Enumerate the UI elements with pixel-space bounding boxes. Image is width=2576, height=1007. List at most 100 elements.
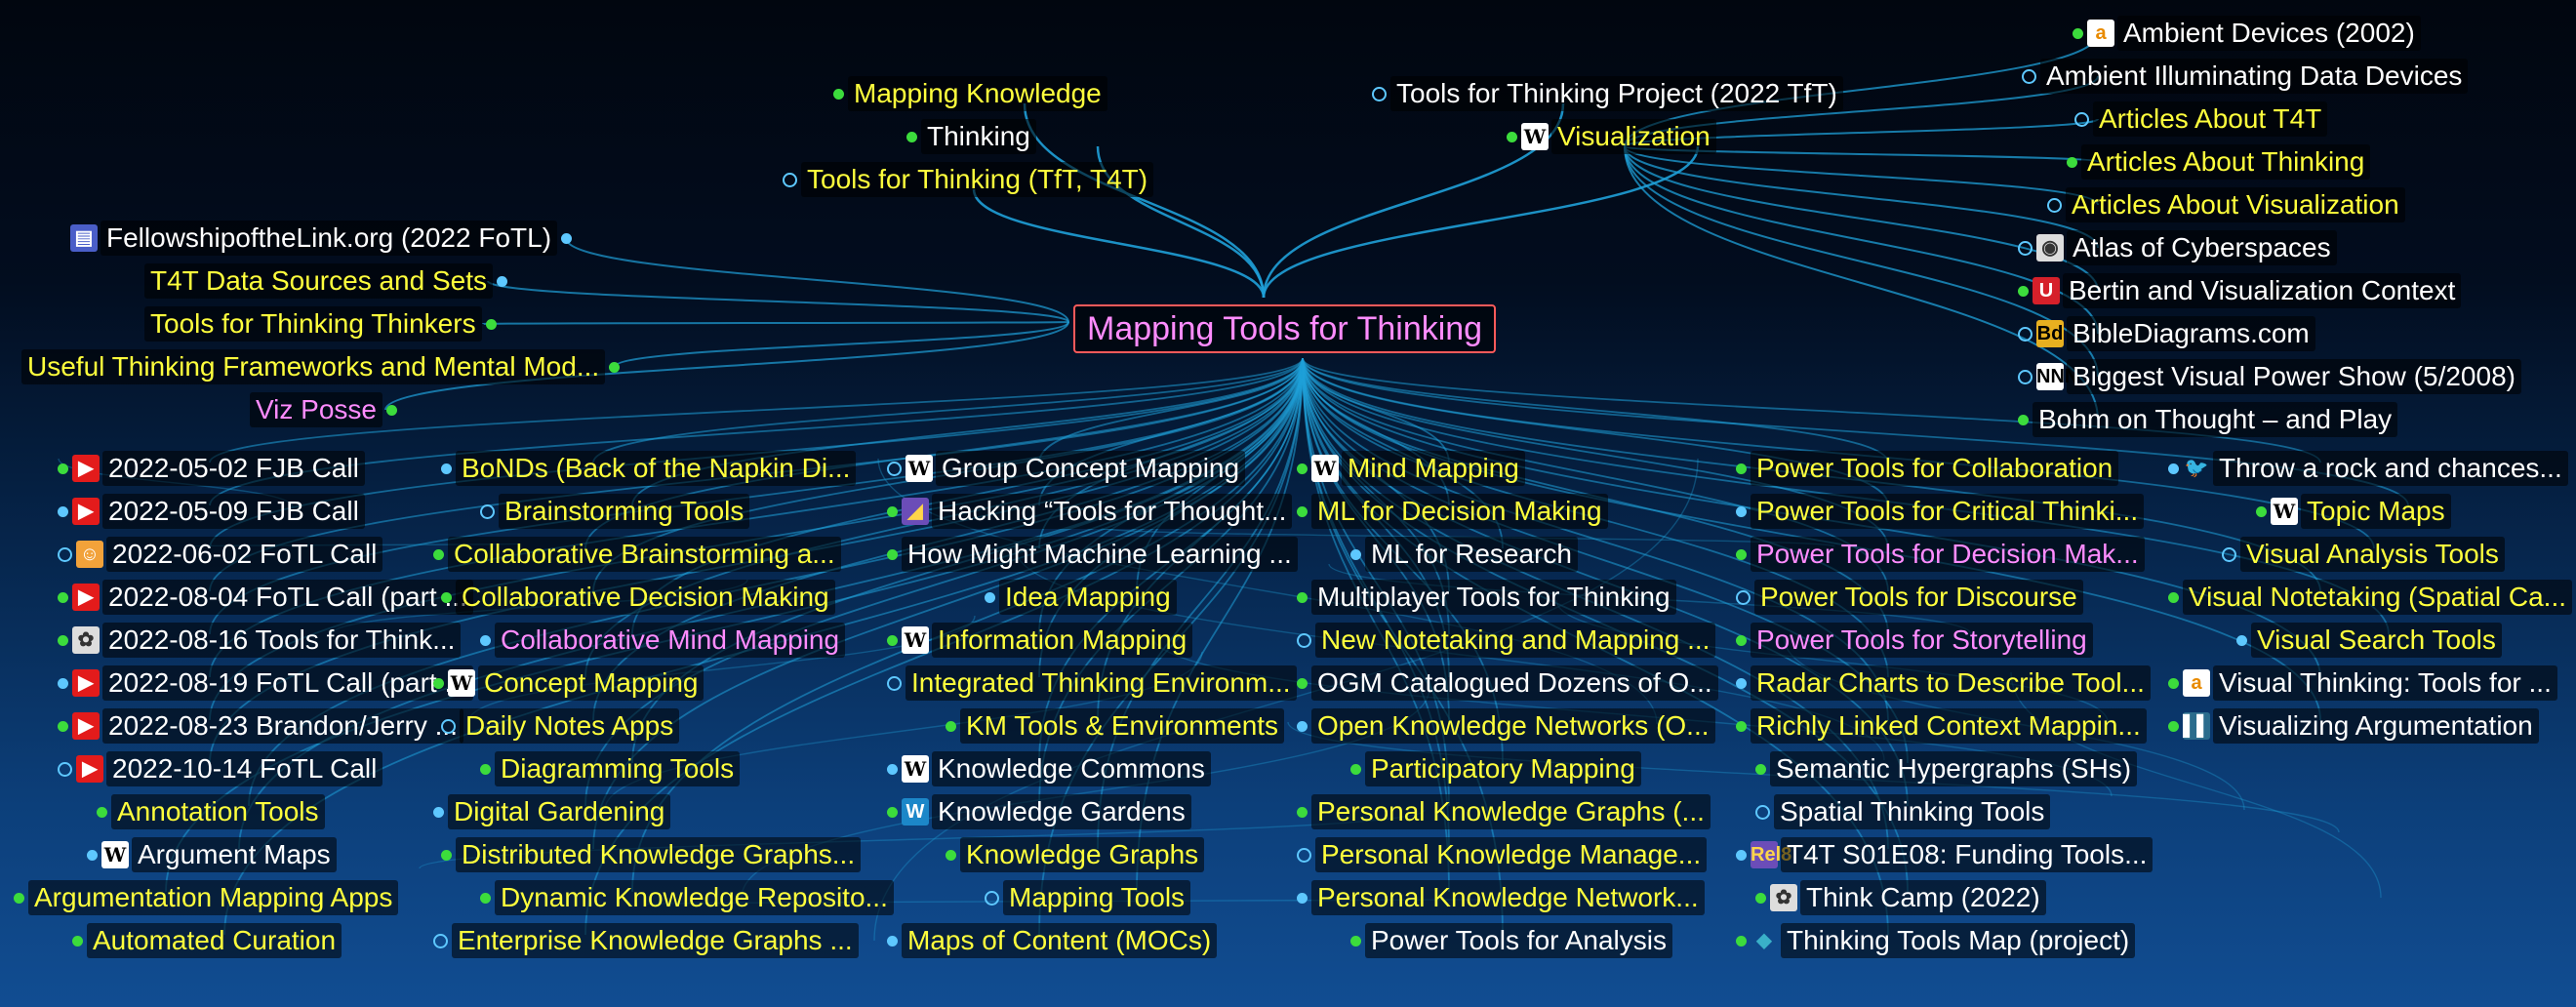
node-2022-08-23-brandon-jerry[interactable]: ▶ 2022-08-23 Brandon/Jerry ... <box>54 708 463 744</box>
node-visualizing-argumentation[interactable]: ▌▌ Visualizing Argumentation <box>2164 708 2539 744</box>
node-tools-for-thinking-thinkers[interactable]: Tools for Thinking Thinkers <box>144 306 501 342</box>
node-t4t-data-sources-and-sets[interactable]: T4T Data Sources and Sets <box>144 263 511 299</box>
node-power-tools-for-analysis[interactable]: Power Tools for Analysis <box>1347 923 1672 958</box>
node-2022-10-14-fotl-call[interactable]: ▶ 2022-10-14 FoTL Call <box>54 751 383 786</box>
node-power-tools-for-decision-mak[interactable]: Power Tools for Decision Mak... <box>1732 537 2145 572</box>
node-concept-mapping[interactable]: W Concept Mapping <box>429 665 704 701</box>
node-power-tools-for-critical-thinki[interactable]: Power Tools for Critical Thinki... <box>1732 494 2145 529</box>
node-label: KM Tools & Environments <box>960 708 1285 744</box>
node-throw-a-rock-and-chances[interactable]: 🐦 Throw a rock and chances... <box>2164 451 2568 486</box>
node-how-might-machine-learning[interactable]: How Might Machine Learning ... <box>883 537 1298 572</box>
node-ml-for-research[interactable]: ML for Research <box>1347 537 1578 572</box>
node-2022-05-09-fjb-call[interactable]: ▶ 2022-05-09 FJB Call <box>54 494 365 529</box>
node-diagramming-tools[interactable]: Diagramming Tools <box>476 751 741 786</box>
node-argument-maps[interactable]: W Argument Maps <box>83 837 337 872</box>
node-knowledge-gardens[interactable]: W Knowledge Gardens <box>883 794 1191 829</box>
node-think-camp-2022[interactable]: ✿ Think Camp (2022) <box>1751 880 2046 915</box>
node-topic-maps[interactable]: W Topic Maps <box>2252 494 2451 529</box>
node-visual-notetaking-spatial-ca[interactable]: Visual Notetaking (Spatial Ca... <box>2164 580 2573 615</box>
node-knowledge-commons[interactable]: W Knowledge Commons <box>883 751 1211 786</box>
node-2022-08-04-fotl-call-part[interactable]: ▶ 2022-08-04 FoTL Call (part ... <box>54 580 473 615</box>
node-power-tools-for-collaboration[interactable]: Power Tools for Collaboration <box>1732 451 2119 486</box>
node-2022-05-02-fjb-call[interactable]: ▶ 2022-05-02 FJB Call <box>54 451 365 486</box>
node-mapping-knowledge[interactable]: Mapping Knowledge <box>829 76 1107 111</box>
node-articles-about-visualization[interactable]: Articles About Visualization <box>2043 187 2405 222</box>
node-atlas-of-cyberspaces[interactable]: ◉ Atlas of Cyberspaces <box>2014 230 2337 265</box>
node-biblediagrams-com[interactable]: Bd BibleDiagrams.com <box>2014 316 2315 351</box>
node-multiplayer-tools-for-thinking[interactable]: Multiplayer Tools for Thinking <box>1293 580 1676 615</box>
node-label: Visual Thinking: Tools for ... <box>2213 665 2557 701</box>
node-personal-knowledge-manage[interactable]: Personal Knowledge Manage... <box>1293 837 1708 872</box>
node-bonds-back-of-the-napkin-di[interactable]: BoNDs (Back of the Napkin Di... <box>437 451 857 486</box>
node-collaborative-mind-mapping[interactable]: Collaborative Mind Mapping <box>476 623 846 658</box>
node-collaborative-brainstorming-a[interactable]: Collaborative Brainstorming a... <box>429 537 841 572</box>
node-open-knowledge-networks-o[interactable]: Open Knowledge Networks (O... <box>1293 708 1715 744</box>
youtube-icon: ▶ <box>72 455 100 482</box>
node-radar-charts-to-describe-tool[interactable]: Radar Charts to Describe Tool... <box>1732 665 2151 701</box>
node-automated-curation[interactable]: Automated Curation <box>68 923 342 958</box>
node-articles-about-thinking[interactable]: Articles About Thinking <box>2063 144 2371 180</box>
node-connector-dot <box>480 634 491 646</box>
node-distributed-knowledge-graphs[interactable]: Distributed Knowledge Graphs... <box>437 837 862 872</box>
node-spatial-thinking-tools[interactable]: Spatial Thinking Tools <box>1751 794 2051 829</box>
node-group-concept-mapping[interactable]: W Group Concept Mapping <box>883 451 1246 486</box>
node-articles-about-t4t[interactable]: Articles About T4T <box>2071 101 2328 137</box>
node-ml-for-decision-making[interactable]: ML for Decision Making <box>1293 494 1608 529</box>
node-hacking-tools-for-thought[interactable]: ◢ Hacking “Tools for Thought... <box>883 494 1293 529</box>
node-brainstorming-tools[interactable]: Brainstorming Tools <box>476 494 750 529</box>
node-power-tools-for-storytelling[interactable]: Power Tools for Storytelling <box>1732 623 2093 658</box>
node-2022-08-19-fotl-call-part[interactable]: ▶ 2022-08-19 FoTL Call (part ... <box>54 665 473 701</box>
node-collaborative-decision-making[interactable]: Collaborative Decision Making <box>437 580 835 615</box>
node-label: Richly Linked Context Mappin... <box>1751 708 2147 744</box>
node-label: Power Tools for Analysis <box>1365 923 1672 958</box>
node-tools-for-thinking-project-2022-tft[interactable]: Tools for Thinking Project (2022 TfT) <box>1368 76 1843 111</box>
node-tools-for-thinking-tft-t4t[interactable]: Tools for Thinking (TfT, T4T) <box>779 162 1154 197</box>
node-dynamic-knowledge-reposito[interactable]: Dynamic Knowledge Reposito... <box>476 880 894 915</box>
node-power-tools-for-discourse[interactable]: Power Tools for Discourse <box>1732 580 2083 615</box>
node-ogm-catalogued-dozens-of-o[interactable]: OGM Catalogued Dozens of O... <box>1293 665 1718 701</box>
node-participatory-mapping[interactable]: Participatory Mapping <box>1347 751 1641 786</box>
node-visual-analysis-tools[interactable]: Visual Analysis Tools <box>2218 537 2505 572</box>
node-biggest-visual-power-show-5-2008[interactable]: NNN Biggest Visual Power Show (5/2008) <box>2014 359 2521 394</box>
node-fellowshipofthelink-org-2022-fotl[interactable]: ▤ FellowshipoftheLink.org (2022 FoTL) <box>70 221 576 256</box>
node-information-mapping[interactable]: W Information Mapping <box>883 623 1193 658</box>
node-personal-knowledge-graphs[interactable]: Personal Knowledge Graphs (... <box>1293 794 1711 829</box>
node-connector-dot <box>433 933 448 948</box>
node-2022-06-02-fotl-call[interactable]: ☺ 2022-06-02 FoTL Call <box>54 537 383 572</box>
focus-node-mapping-tools-for-thinking[interactable]: Mapping Tools for Thinking <box>1073 304 1497 353</box>
node-personal-knowledge-network[interactable]: Personal Knowledge Network... <box>1293 880 1705 915</box>
node-digital-gardening[interactable]: Digital Gardening <box>429 794 671 829</box>
node-2022-08-16-tools-for-think[interactable]: ✿ 2022-08-16 Tools for Think... <box>54 623 462 658</box>
node-km-tools-environments[interactable]: KM Tools & Environments <box>942 708 1285 744</box>
node-bohm-on-thought-and-play[interactable]: Bohm on Thought – and Play <box>2014 402 2398 437</box>
node-visual-thinking-tools-for[interactable]: a Visual Thinking: Tools for ... <box>2164 665 2557 701</box>
node-mapping-tools[interactable]: Mapping Tools <box>981 880 1191 915</box>
node-connector-dot <box>1755 763 1766 775</box>
node-integrated-thinking-environm[interactable]: Integrated Thinking Environm... <box>883 665 1297 701</box>
node-visual-search-tools[interactable]: Visual Search Tools <box>2233 623 2502 658</box>
node-bertin-and-visualization-context[interactable]: U Bertin and Visualization Context <box>2014 273 2462 308</box>
node-thinking-tools-map-project[interactable]: ◆ Thinking Tools Map (project) <box>1732 923 2136 958</box>
node-viz-posse[interactable]: Viz Posse <box>250 392 401 427</box>
node-t4t-s01e08-funding-tools[interactable]: Rel8 T4T S01E08: Funding Tools... <box>1732 837 2153 872</box>
node-daily-notes-apps[interactable]: Daily Notes Apps <box>437 708 680 744</box>
node-maps-of-content-mocs[interactable]: Maps of Content (MOCs) <box>883 923 1218 958</box>
node-label: Mapping Tools <box>1003 880 1191 915</box>
node-richly-linked-context-mappin[interactable]: Richly Linked Context Mappin... <box>1732 708 2147 744</box>
node-new-notetaking-and-mapping[interactable]: New Notetaking and Mapping ... <box>1293 623 1716 658</box>
node-thinking[interactable]: Thinking <box>903 119 1036 154</box>
node-annotation-tools[interactable]: Annotation Tools <box>93 794 325 829</box>
node-useful-thinking-frameworks-and-mental-mo[interactable]: Useful Thinking Frameworks and Mental Mo… <box>21 349 624 384</box>
node-semantic-hypergraphs-shs[interactable]: Semantic Hypergraphs (SHs) <box>1751 751 2138 786</box>
node-mind-mapping[interactable]: W Mind Mapping <box>1293 451 1525 486</box>
node-visualization[interactable]: W Visualization <box>1503 119 1716 154</box>
node-enterprise-knowledge-graphs[interactable]: Enterprise Knowledge Graphs ... <box>429 923 859 958</box>
node-argumentation-mapping-apps[interactable]: Argumentation Mapping Apps <box>10 880 399 915</box>
node-connector-dot <box>1736 935 1747 947</box>
node-connector-dot <box>441 849 452 861</box>
node-knowledge-graphs[interactable]: Knowledge Graphs <box>942 837 1205 872</box>
node-ambient-illuminating-data-devices[interactable]: Ambient Illuminating Data Devices <box>2018 59 2469 94</box>
node-idea-mapping[interactable]: Idea Mapping <box>981 580 1177 615</box>
node-ambient-devices-2002[interactable]: a Ambient Devices (2002) <box>2069 16 2421 51</box>
node-label: Spatial Thinking Tools <box>1774 794 2051 829</box>
